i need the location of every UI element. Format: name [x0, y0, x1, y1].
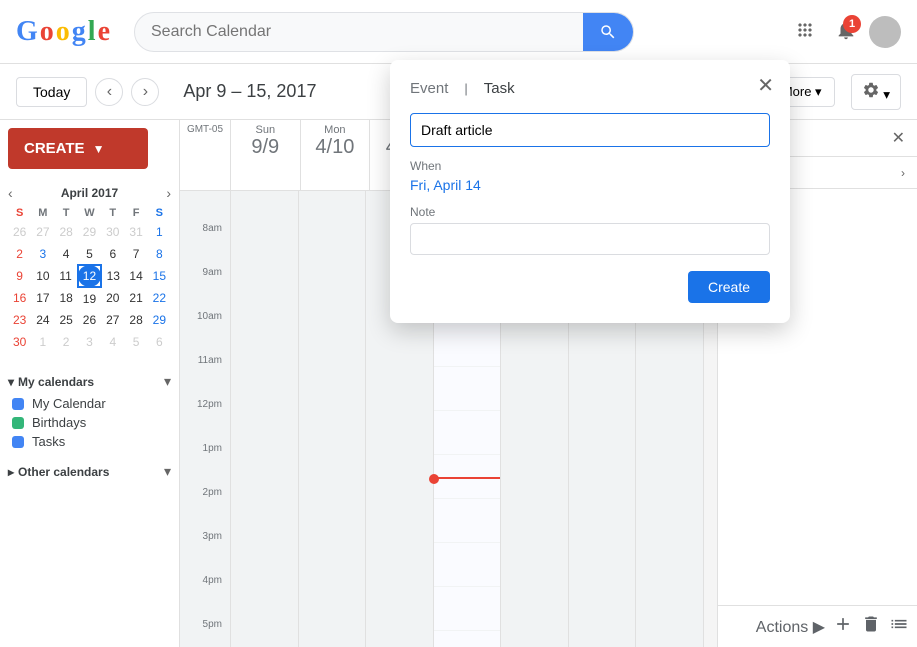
popup-create-button[interactable]: Create — [688, 271, 770, 303]
when-date[interactable]: Fri, April 14 — [410, 177, 770, 193]
task-title-input[interactable] — [410, 113, 770, 147]
when-label: When — [410, 159, 770, 173]
note-label: Note — [410, 205, 770, 219]
popup-overlay: Event | Task ✕ When Fri, April 14 Note C… — [0, 0, 917, 647]
popup-footer: Create — [410, 271, 770, 303]
task-tab[interactable]: Task — [484, 80, 515, 97]
task-popup: Event | Task ✕ When Fri, April 14 Note C… — [390, 60, 790, 323]
popup-tabs: Event | Task — [410, 80, 770, 97]
note-input[interactable] — [410, 223, 770, 255]
event-tab[interactable]: Event — [410, 80, 448, 97]
popup-close-button[interactable]: ✕ — [757, 76, 774, 96]
tab-divider: | — [464, 81, 467, 96]
